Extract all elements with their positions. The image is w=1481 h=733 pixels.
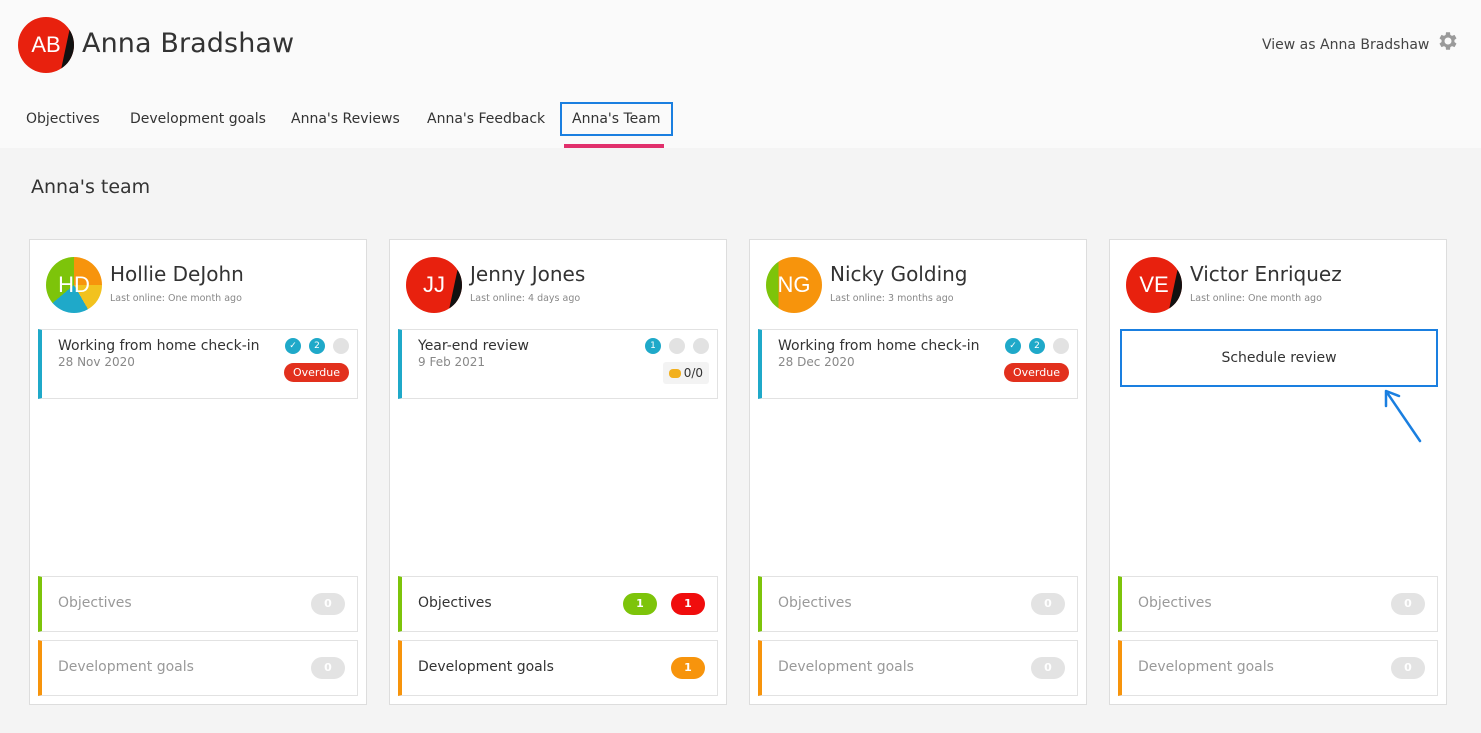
member-name[interactable]: Jenny Jones [470,262,585,286]
step-indicator: 1 [645,338,661,354]
review-item[interactable]: Year-end review 9 Feb 2021 1 0/0 [398,329,718,399]
avatar-initials: AB [31,32,61,57]
annotation-arrow-icon [1384,389,1422,443]
comments-counter: 0/0 [662,362,709,384]
active-tab-indicator [564,144,664,148]
review-date: 28 Nov 2020 [58,355,135,369]
objectives-label: Objectives [418,595,492,611]
status-badge: Overdue [1004,363,1069,382]
view-as-link[interactable]: View as Anna Bradshaw [1262,37,1429,53]
objectives-label: Objectives [778,595,852,611]
development-goals-label: Development goals [58,659,194,675]
team-member-card: VE Victor Enriquez Last online: One mont… [1109,239,1447,705]
comments-count: 0/0 [683,366,703,380]
objectives-row[interactable]: Objectives 1 1 [398,576,718,632]
objectives-count: 0 [1391,593,1425,615]
tab-reviews[interactable]: Anna's Reviews [291,102,400,136]
page-title: Anna Bradshaw [82,28,295,59]
user-avatar[interactable]: AB [18,17,74,73]
step-indicator [1053,338,1069,354]
development-goals-row[interactable]: Development goals 0 [1118,640,1438,696]
objectives-on-track-count: 1 [623,593,657,615]
avatar-initials: VE [1139,272,1169,297]
team-member-card: JJ Jenny Jones Last online: 4 days ago Y… [389,239,727,705]
avatar[interactable]: VE [1126,257,1182,313]
team-member-card: HD Hollie DeJohn Last online: One month … [29,239,367,705]
review-item[interactable]: Working from home check-in 28 Nov 2020 ✓… [38,329,358,399]
review-title: Working from home check-in [58,338,260,354]
gear-icon[interactable] [1436,29,1460,53]
development-goals-label: Development goals [1138,659,1274,675]
step-complete-icon: ✓ [1005,338,1021,354]
tab-development-goals[interactable]: Development goals [130,102,266,136]
tab-objectives[interactable]: Objectives [26,102,100,136]
objectives-off-track-count: 1 [671,593,705,615]
step-indicator [693,338,709,354]
tab-team[interactable]: Anna's Team [560,102,673,136]
tab-feedback[interactable]: Anna's Feedback [427,102,545,136]
last-online: Last online: 3 months ago [830,293,954,304]
avatar[interactable]: HD [46,257,102,313]
avatar-initials: JJ [423,272,445,297]
development-goals-row[interactable]: Development goals 0 [38,640,358,696]
avatar[interactable]: JJ [406,257,462,313]
objectives-label: Objectives [58,595,132,611]
development-goals-row[interactable]: Development goals 0 [758,640,1078,696]
review-date: 28 Dec 2020 [778,355,855,369]
objectives-count: 0 [1031,593,1065,615]
section-title: Anna's team [31,176,151,198]
step-indicator: 2 [1029,338,1045,354]
objectives-row[interactable]: Objectives 0 [1118,576,1438,632]
development-goals-row[interactable]: Development goals 1 [398,640,718,696]
review-title: Year-end review [418,338,529,354]
avatar-initials: NG [777,272,811,297]
review-item[interactable]: Working from home check-in 28 Dec 2020 ✓… [758,329,1078,399]
development-goals-label: Development goals [418,659,554,675]
development-goals-count: 0 [1391,657,1425,679]
last-online: Last online: One month ago [1190,293,1322,304]
last-online: Last online: One month ago [110,293,242,304]
objectives-count: 0 [311,593,345,615]
step-indicator [333,338,349,354]
objectives-row[interactable]: Objectives 0 [758,576,1078,632]
development-goals-count: 0 [311,657,345,679]
review-title: Working from home check-in [778,338,980,354]
step-indicator: 2 [309,338,325,354]
last-online: Last online: 4 days ago [470,293,581,304]
development-goals-count: 1 [671,657,705,679]
tab-bar: Objectives Development goals Anna's Revi… [0,102,800,148]
development-goals-count: 0 [1031,657,1065,679]
step-complete-icon: ✓ [285,338,301,354]
objectives-row[interactable]: Objectives 0 [38,576,358,632]
review-date: 9 Feb 2021 [418,355,486,369]
objectives-label: Objectives [1138,595,1212,611]
status-badge: Overdue [284,363,349,382]
avatar-initials: HD [58,272,90,297]
avatar[interactable]: NG [766,257,822,313]
development-goals-label: Development goals [778,659,914,675]
team-member-card: NG Nicky Golding Last online: 3 months a… [749,239,1087,705]
member-name[interactable]: Hollie DeJohn [110,262,244,286]
member-name[interactable]: Nicky Golding [830,262,968,286]
comments-icon [668,369,681,378]
member-name[interactable]: Victor Enriquez [1190,262,1342,286]
top-bar: AB Anna Bradshaw View as Anna Bradshaw O… [0,0,1481,148]
schedule-review-button[interactable]: Schedule review [1120,329,1438,387]
step-indicator [669,338,685,354]
